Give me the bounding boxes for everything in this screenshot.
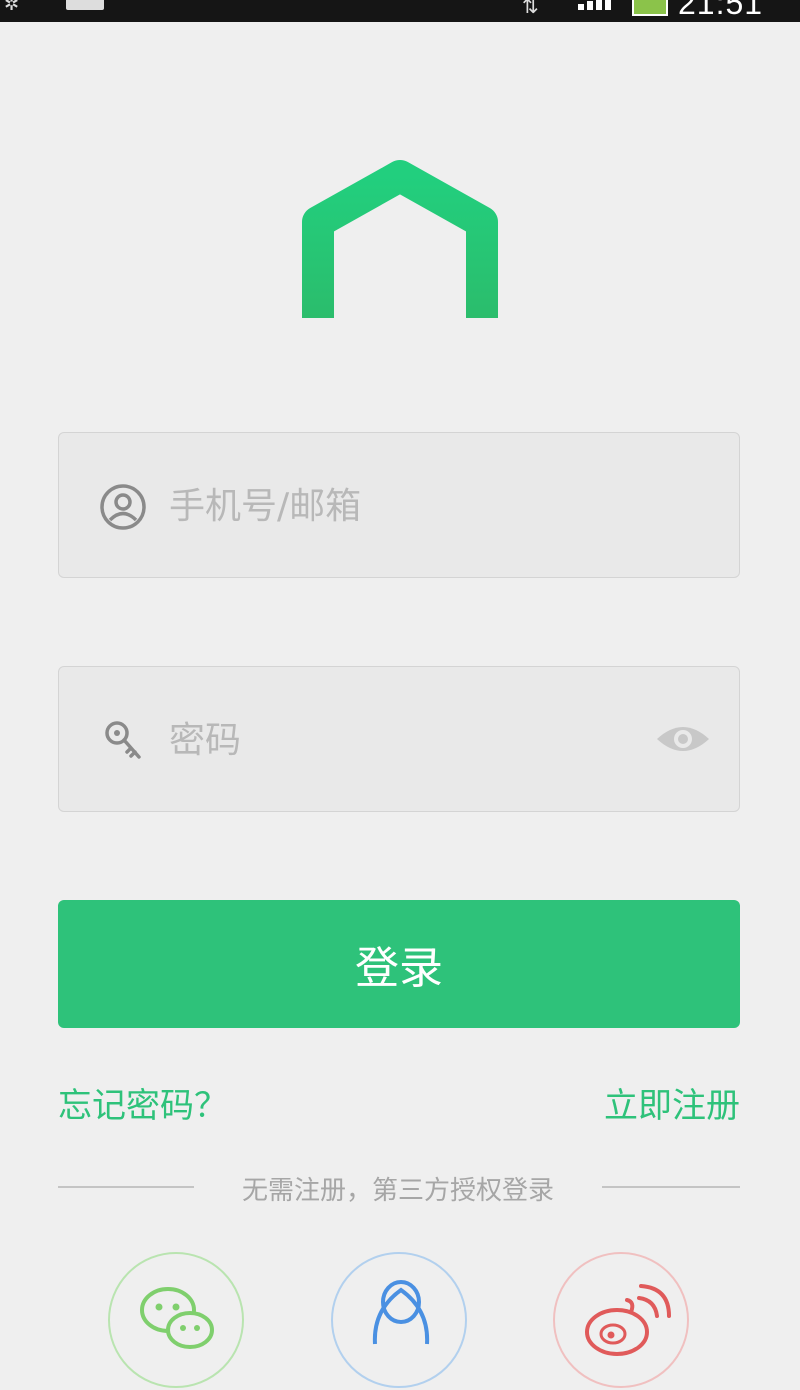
keyboard-icon [66, 0, 104, 10]
show-password-eye-icon[interactable] [655, 719, 711, 759]
username-input[interactable] [167, 473, 651, 539]
notification-icon: ✲ [4, 0, 20, 15]
username-field[interactable] [58, 432, 740, 578]
wechat-icon [140, 1287, 214, 1349]
signal-icon [578, 0, 618, 10]
divider-right [602, 1186, 740, 1188]
usb-icon: ⇅ [522, 0, 539, 18]
third-party-divider-text: 无需注册，第三方授权登录 [241, 1176, 554, 1206]
battery-icon [632, 0, 668, 16]
status-bar: ✲ ⇅ 21:51 [0, 0, 800, 22]
status-time: 21:51 [678, 0, 764, 21]
user-icon [100, 484, 146, 530]
divider-left [58, 1186, 194, 1188]
qq-icon [372, 1280, 430, 1345]
qq-login-button[interactable] [331, 1252, 467, 1388]
register-link[interactable]: 立即注册 [604, 1078, 740, 1127]
key-icon [105, 721, 141, 759]
weibo-icon [585, 1284, 671, 1356]
house-logo-icon [302, 160, 498, 318]
password-input[interactable] [167, 707, 651, 773]
password-field[interactable] [58, 666, 740, 812]
weibo-login-button[interactable] [553, 1252, 689, 1388]
forgot-password-link[interactable]: 忘记密码？ [58, 1078, 228, 1127]
login-button[interactable]: 登录 [58, 900, 740, 1028]
wechat-login-button[interactable] [108, 1252, 244, 1388]
